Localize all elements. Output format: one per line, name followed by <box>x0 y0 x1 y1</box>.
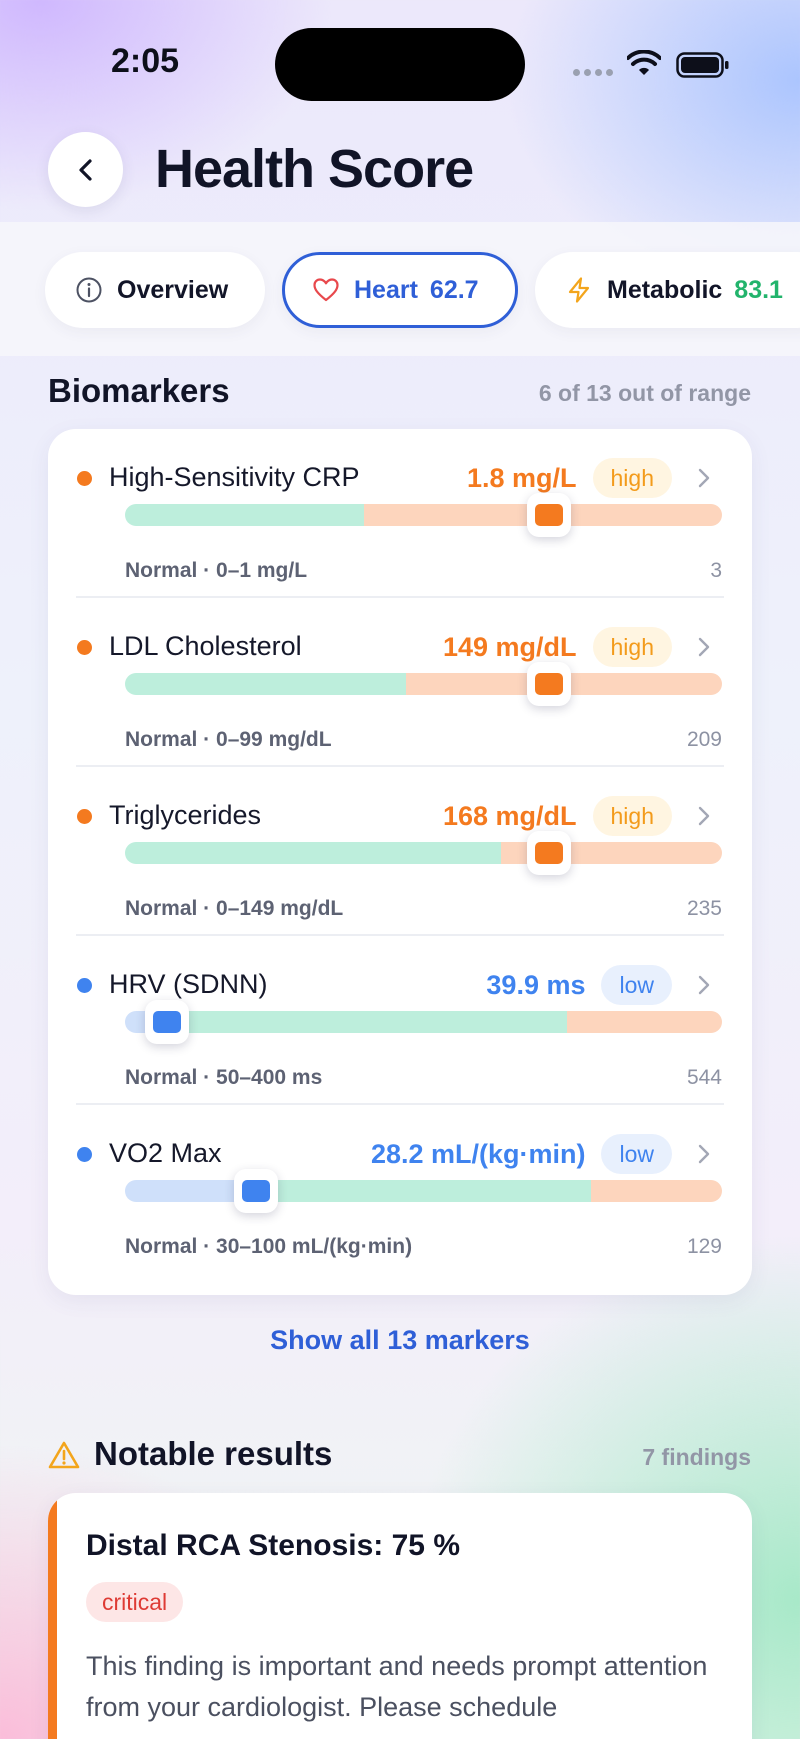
high-range-segment <box>590 1180 722 1202</box>
value-marker <box>526 662 571 706</box>
findings-count: 7 findings <box>642 1444 751 1470</box>
back-button[interactable] <box>48 132 123 207</box>
tab-label: Metabolic <box>607 275 723 304</box>
biomarker-row[interactable]: Triglycerides 168 mg/dL high Normal · 0–… <box>48 767 752 936</box>
biomarkers-out-of-range-count: 6 of 13 out of range <box>538 380 751 406</box>
range-bar <box>125 1000 722 1044</box>
normal-range-segment <box>178 1011 567 1033</box>
chevron-right-icon <box>698 468 710 488</box>
range-max-label: 209 <box>686 728 722 751</box>
heart-icon <box>313 278 339 302</box>
biomarker-row[interactable]: VO2 Max 28.2 mL/(kg·min) low Normal · 30… <box>48 1105 752 1274</box>
normal-range-segment <box>125 842 502 864</box>
status-badge: low <box>601 965 672 1005</box>
range-bar <box>125 493 722 537</box>
finding-card[interactable]: Distal RCA Stenosis: 75 % critical This … <box>48 1493 752 1739</box>
show-all-markers-link[interactable]: Show all 13 markers <box>0 1325 800 1356</box>
normal-range-segment <box>125 673 406 695</box>
notable-results-title: Notable results <box>94 1435 333 1472</box>
dynamic-island <box>275 28 525 101</box>
status-badge: high <box>592 458 672 498</box>
biomarker-row[interactable]: High-Sensitivity CRP 1.8 mg/L high Norma… <box>48 429 752 598</box>
range-max-label: 3 <box>710 559 722 582</box>
biomarker-value: 168 mg/dL <box>442 800 577 831</box>
range-bar <box>125 1169 722 1213</box>
biomarker-name: VO2 Max <box>109 1138 222 1168</box>
biomarker-name: LDL Cholesterol <box>109 631 302 661</box>
severity-accent-bar <box>48 1493 57 1739</box>
tab-label: Overview <box>117 275 229 304</box>
value-marker <box>526 831 571 875</box>
normal-range-segment <box>262 1180 591 1202</box>
normal-range-label: Normal · 0–1 mg/L <box>125 559 308 582</box>
value-marker <box>144 1000 189 1044</box>
finding-title: Distal RCA Stenosis: 75 % <box>86 1529 460 1562</box>
normal-range-label: Normal · 30–100 mL/(kg·min) <box>125 1235 413 1258</box>
status-badge: high <box>592 796 672 836</box>
normal-range-label: Normal · 0–99 mg/dL <box>125 728 332 751</box>
range-bar <box>125 662 722 706</box>
range-max-label: 544 <box>686 1066 722 1089</box>
normal-range-segment <box>125 504 364 526</box>
finding-description: This finding is important and needs prom… <box>86 1651 708 1722</box>
status-dot <box>77 640 92 655</box>
status-dot <box>77 1147 92 1162</box>
status-badge: high <box>592 627 672 667</box>
status-badge: low <box>601 1134 672 1174</box>
tab-score: 83.1 <box>734 275 783 304</box>
normal-range-label: Normal · 0–149 mg/dL <box>125 897 344 920</box>
tab-heart[interactable]: Heart 62.7 <box>282 252 518 328</box>
status-bar: 2:05 <box>0 0 800 130</box>
info-icon <box>76 277 102 303</box>
chevron-left-icon <box>78 158 92 181</box>
value-marker <box>526 493 571 537</box>
biomarkers-title: Biomarkers <box>48 372 230 409</box>
range-max-label: 235 <box>686 897 722 920</box>
normal-range-label: Normal · 50–400 ms <box>125 1066 323 1089</box>
biomarker-name: HRV (SDNN) <box>109 969 268 999</box>
biomarker-row[interactable]: HRV (SDNN) 39.9 ms low Normal · 50–400 m… <box>48 936 752 1105</box>
range-bar <box>125 831 722 875</box>
high-range-segment <box>566 1011 722 1033</box>
range-max-label: 129 <box>686 1235 722 1258</box>
status-dot <box>77 471 92 486</box>
severity-badge: critical <box>86 1582 184 1622</box>
page-title: Health Score <box>155 139 474 199</box>
cellular-signal-icon <box>573 69 613 76</box>
chevron-right-icon <box>698 1144 710 1164</box>
biomarker-value: 149 mg/dL <box>442 631 577 662</box>
tab-label: Heart <box>354 275 418 304</box>
category-tabs: Overview Heart 62.7 Metabolic 83.1 <box>0 222 800 356</box>
tab-overview[interactable]: Overview <box>45 252 265 328</box>
biomarker-value: 39.9 ms <box>486 969 586 1000</box>
biomarker-value: 1.8 mg/L <box>466 462 577 493</box>
biomarker-name: High-Sensitivity CRP <box>109 462 360 492</box>
value-marker <box>234 1169 279 1213</box>
biomarker-row[interactable]: LDL Cholesterol 149 mg/dL high Normal · … <box>48 598 752 767</box>
chevron-right-icon <box>698 806 710 826</box>
wifi-icon <box>627 50 661 75</box>
warning-icon <box>48 1441 80 1469</box>
status-dot <box>77 809 92 824</box>
chevron-right-icon <box>698 975 710 995</box>
biomarker-value: 28.2 mL/(kg·min) <box>370 1138 586 1169</box>
biomarkers-card: High-Sensitivity CRP 1.8 mg/L high Norma… <box>48 429 752 1295</box>
battery-icon <box>676 52 729 78</box>
status-time: 2:05 <box>111 42 180 80</box>
status-dot <box>77 978 92 993</box>
bolt-icon <box>568 277 590 303</box>
tab-metabolic[interactable]: Metabolic 83.1 <box>535 252 800 328</box>
tab-score: 62.7 <box>429 275 479 304</box>
chevron-right-icon <box>698 637 710 657</box>
biomarker-name: Triglycerides <box>109 800 262 830</box>
